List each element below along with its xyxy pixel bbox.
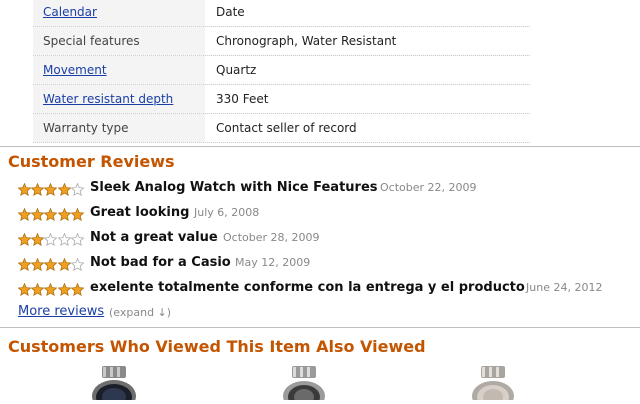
customer-reviews-heading: Customer Reviews — [8, 152, 175, 171]
star-icon — [44, 233, 58, 246]
star-icon — [31, 283, 45, 296]
watch-thumbnail-black-dial[interactable] — [88, 366, 140, 404]
star-icon — [70, 258, 84, 271]
star-icon — [44, 208, 58, 221]
spec-value-cell: Chronograph, Water Resistant — [205, 27, 530, 55]
review-title[interactable]: exelente totalmente conforme con la entr… — [90, 280, 525, 295]
star-icon — [31, 208, 45, 221]
spec-label-warranty-type: Warranty type — [43, 121, 129, 135]
star-icon — [57, 183, 71, 196]
star-icon — [70, 183, 84, 196]
star-rating[interactable] — [18, 283, 84, 297]
watch-thumbnail-silver-dial[interactable] — [278, 366, 330, 404]
star-icon — [57, 258, 71, 271]
review-date: October 22, 2009 — [380, 181, 477, 194]
spec-label-cell: Special features — [33, 27, 205, 55]
star-icon — [18, 258, 31, 271]
watch-silver-dial-icon — [472, 366, 514, 404]
star-icon — [57, 233, 71, 246]
star-icon — [31, 258, 45, 271]
spec-row-warranty-type: Warranty type Contact seller of record — [33, 114, 530, 143]
spec-label-water-resistant-depth-link[interactable]: Water resistant depth — [43, 92, 173, 106]
star-icon — [57, 283, 71, 296]
expand-reviews-toggle[interactable]: (expand ↓) — [109, 306, 171, 319]
star-rating[interactable] — [18, 233, 84, 247]
star-icon — [18, 208, 31, 221]
star-icon — [70, 208, 84, 221]
star-icon — [70, 283, 84, 296]
review-date: June 24, 2012 — [526, 281, 603, 294]
star-icon — [18, 183, 31, 196]
star-icon — [31, 233, 45, 246]
spec-value-cell: Date — [205, 0, 530, 26]
section-divider — [0, 146, 640, 147]
watch-silver-dial-icon — [283, 366, 325, 404]
star-icon — [44, 283, 58, 296]
spec-value-warranty-type: Contact seller of record — [216, 121, 357, 135]
spec-value-cell: Quartz — [205, 56, 530, 84]
spec-row-water-resistant-depth: Water resistant depth 330 Feet — [33, 85, 530, 114]
spec-value-movement: Quartz — [216, 63, 257, 77]
review-title[interactable]: Great looking — [90, 205, 189, 220]
spec-label-cell: Calendar — [33, 0, 205, 26]
star-icon — [18, 233, 31, 246]
spec-label-cell: Water resistant depth — [33, 85, 205, 113]
star-icon — [44, 183, 58, 196]
section-divider — [0, 327, 640, 328]
star-icon — [57, 208, 71, 221]
star-rating[interactable] — [18, 208, 84, 222]
spec-value-cell: 330 Feet — [205, 85, 530, 113]
star-rating[interactable] — [18, 183, 84, 197]
spec-value-special-features: Chronograph, Water Resistant — [216, 34, 397, 48]
review-title[interactable]: Not bad for a Casio — [90, 255, 231, 270]
review-date: July 6, 2008 — [194, 206, 260, 219]
spec-label-calendar-link[interactable]: Calendar — [43, 5, 97, 19]
watch-black-dial-icon — [92, 366, 136, 404]
spec-value-water-resistant-depth: 330 Feet — [216, 92, 269, 106]
review-title[interactable]: Not a great value — [90, 230, 218, 245]
star-icon — [44, 258, 58, 271]
spec-label-movement-link[interactable]: Movement — [43, 63, 107, 77]
spec-label-cell: Warranty type — [33, 114, 205, 142]
spec-label-special-features: Special features — [43, 34, 140, 48]
more-reviews-link[interactable]: More reviews — [18, 304, 104, 319]
star-rating[interactable] — [18, 258, 84, 272]
spec-value-calendar: Date — [216, 5, 245, 19]
product-specs-table: Calendar Date Special features Chronogra… — [33, 0, 530, 143]
review-date: May 12, 2009 — [235, 256, 311, 269]
spec-row-special-features: Special features Chronograph, Water Resi… — [33, 27, 530, 56]
review-date: October 28, 2009 — [223, 231, 320, 244]
spec-value-cell: Contact seller of record — [205, 114, 530, 142]
star-icon — [18, 283, 31, 296]
spec-row-calendar: Calendar Date — [33, 0, 530, 27]
also-viewed-heading: Customers Who Viewed This Item Also View… — [8, 337, 426, 356]
spec-row-movement: Movement Quartz — [33, 56, 530, 85]
star-icon — [31, 183, 45, 196]
watch-thumbnail-silver-dial[interactable] — [467, 366, 519, 404]
review-title[interactable]: Sleek Analog Watch with Nice Features — [90, 180, 378, 195]
star-icon — [70, 233, 84, 246]
spec-label-cell: Movement — [33, 56, 205, 84]
